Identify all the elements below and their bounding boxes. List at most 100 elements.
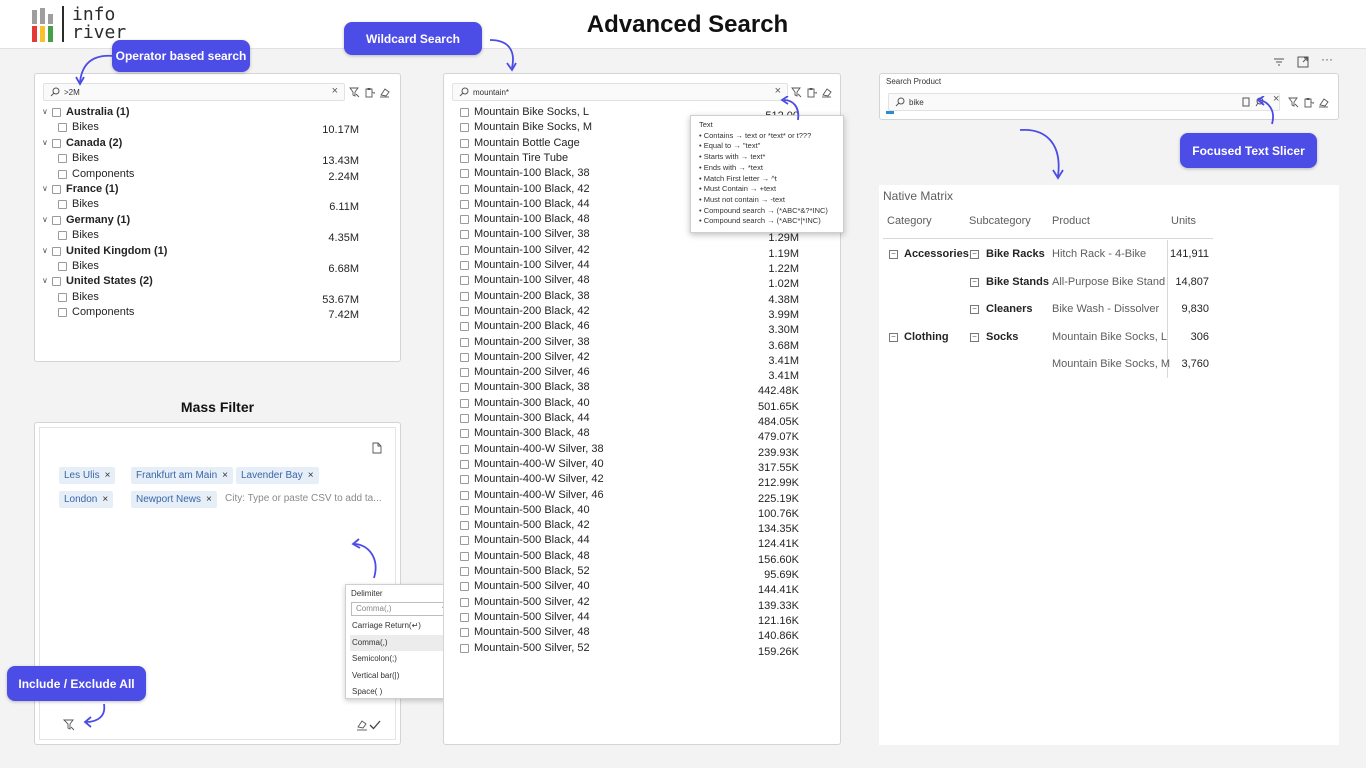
item-checkbox[interactable] bbox=[58, 154, 67, 164]
item-checkbox[interactable] bbox=[460, 414, 469, 423]
collapse-icon[interactable]: − bbox=[889, 332, 898, 342]
item-label[interactable]: Components bbox=[72, 306, 134, 318]
matrix-header-subcategory[interactable]: Subcategory bbox=[969, 215, 1031, 227]
item-label[interactable]: Mountain-400-W Silver, 40 bbox=[474, 458, 604, 470]
remove-tag-icon[interactable]: × bbox=[102, 494, 108, 505]
item-checkbox[interactable] bbox=[460, 108, 469, 117]
item-checkbox[interactable] bbox=[460, 199, 469, 209]
item-label[interactable]: Mountain-400-W Silver, 46 bbox=[474, 489, 604, 501]
item-label[interactable]: Mountain-300 Black, 48 bbox=[474, 427, 590, 439]
eraser-icon[interactable] bbox=[821, 87, 832, 98]
delimiter-option[interactable]: Comma(,) bbox=[350, 634, 453, 651]
city-tag[interactable]: Lavender Bay × bbox=[236, 467, 319, 484]
item-label[interactable]: Mountain-200 Silver, 46 bbox=[474, 366, 590, 378]
chevron-down-icon[interactable]: ∨ bbox=[42, 215, 48, 224]
filter-lines-icon[interactable] bbox=[1273, 56, 1285, 68]
item-checkbox[interactable] bbox=[460, 215, 469, 225]
paste-icon[interactable] bbox=[806, 87, 817, 98]
item-checkbox[interactable] bbox=[460, 567, 469, 576]
item-checkbox[interactable] bbox=[460, 337, 469, 347]
group-checkbox[interactable] bbox=[52, 215, 61, 225]
item-label[interactable]: Bikes bbox=[72, 152, 99, 164]
item-label[interactable]: Bikes bbox=[72, 229, 99, 241]
item-checkbox[interactable] bbox=[460, 368, 469, 378]
item-checkbox[interactable] bbox=[460, 352, 469, 362]
matrix-category[interactable]: Accessories bbox=[904, 248, 969, 260]
city-tag-input[interactable]: City: Type or paste CSV to add ta... bbox=[225, 493, 382, 504]
filter-clear-icon[interactable] bbox=[1288, 97, 1299, 108]
collapse-icon[interactable]: − bbox=[970, 332, 979, 342]
group-checkbox[interactable] bbox=[52, 246, 61, 256]
clear-search-icon[interactable]: × bbox=[332, 85, 338, 97]
item-label[interactable]: Mountain Bike Socks, L bbox=[474, 106, 589, 118]
matrix-subcategory[interactable]: Bike Racks bbox=[986, 248, 1045, 260]
item-checkbox[interactable] bbox=[58, 262, 67, 271]
item-label[interactable]: Mountain-100 Silver, 42 bbox=[474, 244, 590, 256]
group-label[interactable]: Australia (1) bbox=[66, 106, 130, 118]
item-label[interactable]: Mountain-500 Silver, 44 bbox=[474, 611, 590, 623]
item-label[interactable]: Mountain-200 Silver, 42 bbox=[474, 351, 590, 363]
item-checkbox[interactable] bbox=[58, 308, 67, 318]
item-label[interactable]: Bikes bbox=[72, 260, 99, 272]
item-checkbox[interactable] bbox=[460, 444, 469, 454]
group-label[interactable]: Germany (1) bbox=[66, 214, 130, 226]
matrix-product[interactable]: Bike Wash - Dissolver bbox=[1052, 303, 1159, 315]
item-label[interactable]: Mountain Tire Tube bbox=[474, 152, 568, 164]
item-label[interactable]: Mountain-200 Black, 38 bbox=[474, 290, 590, 302]
item-label[interactable]: Mountain-100 Silver, 44 bbox=[474, 259, 590, 271]
chevron-down-icon[interactable]: ∨ bbox=[42, 184, 48, 193]
item-label[interactable]: Mountain-500 Silver, 42 bbox=[474, 596, 590, 608]
item-checkbox[interactable] bbox=[460, 536, 469, 546]
item-checkbox[interactable] bbox=[460, 643, 469, 653]
item-checkbox[interactable] bbox=[460, 153, 469, 163]
item-label[interactable]: Mountain-500 Black, 48 bbox=[474, 550, 590, 562]
filter-clear-icon[interactable] bbox=[349, 87, 360, 98]
delimiter-select[interactable]: Comma(,) ^ bbox=[351, 602, 452, 616]
item-label[interactable]: Mountain-200 Silver, 38 bbox=[474, 336, 590, 348]
item-label[interactable]: Mountain Bike Socks, M bbox=[474, 121, 592, 133]
matrix-product[interactable]: Hitch Rack - 4-Bike bbox=[1052, 248, 1146, 260]
filter-icon[interactable] bbox=[63, 719, 75, 731]
apply-check-icon[interactable] bbox=[369, 719, 381, 731]
item-label[interactable]: Mountain-400-W Silver, 38 bbox=[474, 443, 604, 455]
item-label[interactable]: Mountain-500 Black, 42 bbox=[474, 519, 590, 531]
collapse-icon[interactable]: − bbox=[889, 250, 898, 259]
city-tag[interactable]: Newport News × bbox=[131, 491, 217, 508]
more-options-icon[interactable]: ··· bbox=[1321, 52, 1333, 66]
item-checkbox[interactable] bbox=[460, 490, 469, 500]
item-checkbox[interactable] bbox=[460, 123, 469, 133]
group-checkbox[interactable] bbox=[52, 138, 61, 148]
paste-icon[interactable] bbox=[1303, 97, 1314, 108]
paste-icon[interactable] bbox=[364, 87, 375, 98]
city-tag[interactable]: Les Ulis × bbox=[59, 467, 116, 484]
item-label[interactable]: Mountain-500 Silver, 48 bbox=[474, 626, 590, 638]
city-tag[interactable]: London × bbox=[59, 491, 114, 508]
item-checkbox[interactable] bbox=[460, 322, 469, 332]
collapse-icon[interactable]: − bbox=[970, 250, 979, 259]
item-label[interactable]: Mountain-500 Black, 52 bbox=[474, 565, 590, 577]
item-checkbox[interactable] bbox=[58, 292, 67, 302]
item-checkbox[interactable] bbox=[460, 628, 469, 638]
group-checkbox[interactable] bbox=[52, 108, 61, 117]
delimiter-option[interactable]: Semicolon(;) bbox=[350, 651, 453, 668]
matrix-subcategory[interactable]: Socks bbox=[986, 331, 1018, 343]
group-label[interactable]: United Kingdom (1) bbox=[66, 245, 167, 257]
item-label[interactable]: Mountain-200 Black, 42 bbox=[474, 305, 590, 317]
paste-icon[interactable] bbox=[371, 442, 382, 454]
item-checkbox[interactable] bbox=[460, 138, 469, 148]
item-checkbox[interactable] bbox=[460, 612, 469, 622]
delimiter-option[interactable]: Carriage Return(↵) bbox=[350, 618, 453, 635]
matrix-header-units[interactable]: Units bbox=[1171, 215, 1196, 227]
chevron-down-icon[interactable]: ∨ bbox=[42, 107, 48, 116]
item-label[interactable]: Components bbox=[72, 168, 134, 180]
item-label[interactable]: Mountain-300 Black, 44 bbox=[474, 412, 590, 424]
remove-tag-icon[interactable]: × bbox=[206, 494, 212, 505]
item-label[interactable]: Mountain-300 Black, 40 bbox=[474, 397, 590, 409]
item-label[interactable]: Bikes bbox=[72, 291, 99, 303]
item-checkbox[interactable] bbox=[460, 276, 469, 286]
item-label[interactable]: Bikes bbox=[72, 121, 99, 133]
item-label[interactable]: Mountain-500 Silver, 52 bbox=[474, 642, 590, 654]
item-label[interactable]: Mountain-100 Black, 42 bbox=[474, 183, 590, 195]
delimiter-option[interactable]: Space( ) bbox=[350, 684, 453, 701]
item-checkbox[interactable] bbox=[460, 291, 469, 301]
